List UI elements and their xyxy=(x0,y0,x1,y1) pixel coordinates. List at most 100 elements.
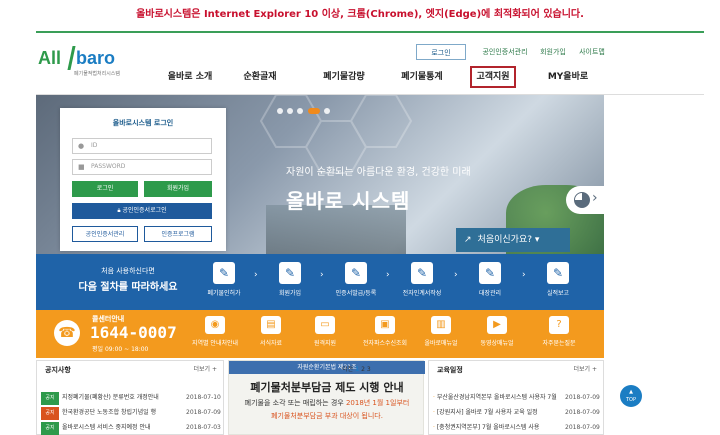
hero-slogan: 자원이 순환되는 아름다운 환경, 건강한 미래 xyxy=(286,167,471,178)
getting-started-steps: 처음 사용하신다면 다음 절차를 따라하세요 ✎ 폐기물인허가 › ✎ 회원가입… xyxy=(36,254,604,310)
banner-line1: 폐기물을 소각 또는 매립하는 경우 2018년 1월 1일부터 xyxy=(229,398,425,408)
banner-headline: 폐기물처분부담금 제도 시행 안내 xyxy=(250,381,404,394)
notice-text: 지정폐기물(폐황산) 분류번호 개정안내 xyxy=(62,394,159,401)
help-video-manual[interactable]: ▶ 동영상매뉴얼 xyxy=(466,316,528,347)
join-link[interactable]: 회원가입 xyxy=(538,44,568,60)
sitemap-link[interactable]: 사이트맵 xyxy=(576,44,608,60)
steps-intro: 처음 사용하신다면 다음 절차를 따라하세요 xyxy=(54,266,202,293)
help-remote-support[interactable]: ▭ 원격지원 xyxy=(294,316,356,347)
help-bar: ☎ 콜센터안내 1644-0007 평일 09:00 ~ 18:00 ◉ 지역별… xyxy=(36,310,604,358)
pager-page-2[interactable]: 2 xyxy=(361,366,365,373)
nav-my-allbaro[interactable]: MY올바로 xyxy=(536,66,600,88)
help-forms[interactable]: ▤ 서식자료 xyxy=(240,316,302,347)
question-icon: ? xyxy=(549,316,569,334)
education-more-link[interactable]: 더보기 + xyxy=(574,361,598,379)
education-text: 부산울산경남지역본부 올바로시스템 사용자 7월 xyxy=(436,394,557,401)
first-visit-label: 처음이신가요? xyxy=(477,235,533,245)
education-row[interactable]: · [강원지사] 올바로 7월 사용자 교육 일정 2018-07-09 xyxy=(433,406,600,419)
top-label: TOP xyxy=(625,397,636,403)
login-button[interactable]: 로그인 xyxy=(72,181,138,197)
cert-management-link[interactable]: 공인인증서관리 xyxy=(478,44,532,60)
help-regional-contacts[interactable]: ◉ 지역별 안내처안내 xyxy=(184,316,246,347)
scroll-top-button[interactable]: ▲ TOP xyxy=(620,385,642,407)
lock-icon: ■ xyxy=(78,163,85,171)
banner-line1-b: 2018년 1월 1일부터 xyxy=(345,399,410,407)
id-placeholder: ID xyxy=(91,142,98,149)
chevron-up-icon: ▲ xyxy=(629,389,633,395)
slide-dot-2[interactable] xyxy=(287,108,293,114)
pager-page-1[interactable]: 1 xyxy=(355,366,359,373)
step-arrow-icon: › xyxy=(254,270,258,280)
allbaro-logo[interactable]: All baro 폐기물적법처리시스템 xyxy=(38,42,120,82)
cert-login-button[interactable]: 🔒︎ 공인인증서로그인 xyxy=(72,203,212,219)
phone-icon: ☎ xyxy=(54,320,80,346)
help-fax-inquiry[interactable]: ▣ 전자파스수신조회 xyxy=(354,316,416,347)
education-row[interactable]: · [충청권지역본부] 7월 올바로시스템 사용 2018-07-09 xyxy=(433,421,600,434)
education-date: 2018-07-09 xyxy=(563,406,600,419)
step-waste-permit[interactable]: ✎ 폐기물인허가 xyxy=(194,262,254,297)
callcenter-number: 1644-0007 xyxy=(90,323,177,342)
step-label: 인증서발급/등록 xyxy=(335,290,377,297)
notice-tag: 공지 xyxy=(41,407,59,420)
document-icon: ▤ xyxy=(261,316,281,334)
step-label: 실적보고 xyxy=(546,290,570,297)
education-panel: 교육일정 더보기 + · 부산울산경남지역본부 올바로시스템 사용자 7월 20… xyxy=(428,360,604,435)
slide-dot-5[interactable] xyxy=(324,108,330,114)
help-manual[interactable]: ▥ 올바로매뉴얼 xyxy=(410,316,472,347)
nav-waste-reduction[interactable]: 폐기물감량 xyxy=(312,66,376,88)
education-panel-title: 교육일정 xyxy=(437,366,463,374)
cert-management-button[interactable]: 공인인증서관리 xyxy=(72,226,138,242)
step-arrow-icon: › xyxy=(454,270,458,280)
monitor-icon: ▭ xyxy=(315,316,335,334)
nav-allbaro-intro[interactable]: 올바로 소개 xyxy=(150,66,230,88)
person-icon: ◉ xyxy=(205,316,225,334)
education-row[interactable]: · 부산울산경남지역본부 올바로시스템 사용자 7월 2018-07-09 xyxy=(433,391,600,404)
step-join[interactable]: ✎ 회원가입 xyxy=(260,262,320,297)
edit-icon: ✎ xyxy=(213,262,235,284)
policy-banner[interactable]: 자원순환기본법 제21조 폐기물처분부담금 제도 시행 안내 폐기물을 소각 또… xyxy=(228,360,425,435)
step-label: 폐기물인허가 xyxy=(207,290,241,297)
cert-login-label: 공인인증서로그인 xyxy=(122,207,167,214)
password-input[interactable]: ■ PASSWORD xyxy=(72,159,212,175)
nav-waste-statistics[interactable]: 폐기물통계 xyxy=(390,66,454,88)
step-report[interactable]: ✎ 실적보고 xyxy=(528,262,588,297)
notice-row[interactable]: 공지 지정폐기물(폐황산) 분류번호 개정안내 2018-07-10 xyxy=(41,391,221,405)
chevron-right-icon: › xyxy=(592,190,598,206)
help-label: 동영상매뉴얼 xyxy=(480,340,514,347)
login-title: 올바로시스템 로그인 xyxy=(112,119,174,127)
help-faq[interactable]: ? 자주묻는질문 xyxy=(528,316,590,347)
step-cert-issue[interactable]: ✎ 인증서발급/등록 xyxy=(326,262,386,297)
logo-text-all: All xyxy=(38,48,62,68)
logo-bar xyxy=(67,46,76,70)
step-transfer-doc[interactable]: ✎ 전자인계서작성 xyxy=(392,262,452,297)
join-button[interactable]: 회원가입 xyxy=(144,181,212,197)
notice-more-link[interactable]: 더보기 + xyxy=(194,361,218,379)
login-panel: 올바로시스템 로그인 ● ID ■ PASSWORD 로그인 회원가입 🔒︎ 공… xyxy=(60,108,226,251)
cert-program-button[interactable]: 인증프로그램 xyxy=(144,226,212,242)
logo-text-baro: baro xyxy=(76,48,116,68)
edit-icon: ✎ xyxy=(279,262,301,284)
slide-dot-3[interactable] xyxy=(297,108,303,114)
help-label: 전자파스수신조회 xyxy=(362,340,408,347)
help-label: 올바로매뉴얼 xyxy=(424,340,458,347)
help-label: 자주묻는질문 xyxy=(542,340,576,347)
slide-dot-1[interactable] xyxy=(277,108,283,114)
user-icon: ● xyxy=(78,142,85,150)
notice-row[interactable]: 공지 한국환경공단 노동조합 창립기념일 행 2018-07-09 xyxy=(41,406,221,420)
notice-text: 올바로시스템 서비스 중지예정 안내 xyxy=(62,424,151,431)
id-input[interactable]: ● ID xyxy=(72,138,212,154)
pager-page-3[interactable]: 3 xyxy=(367,366,371,373)
callcenter-hours: 평일 09:00 ~ 18:00 xyxy=(92,346,149,353)
notice-row[interactable]: 공지 올바로시스템 서비스 중지예정 안내 2018-07-03 xyxy=(41,421,221,435)
step-ledger[interactable]: ✎ 대장관리 xyxy=(460,262,520,297)
slide-dot-4-active[interactable] xyxy=(308,108,320,114)
first-visit-button[interactable]: ↗ 처음이신가요? ▾ xyxy=(456,228,570,252)
nav-customer-support[interactable]: 고객지원 xyxy=(470,66,516,88)
nav-recycled-aggregate[interactable]: 순환골재 xyxy=(228,66,292,88)
login-link[interactable]: 로그인 xyxy=(416,44,466,60)
education-text: [충청권지역본부] 7월 올바로시스템 사용 xyxy=(436,424,540,431)
steps-intro-line1: 처음 사용하신다면 xyxy=(101,267,155,275)
statistics-side-button[interactable]: › xyxy=(566,186,604,214)
notice-tag: 공지 xyxy=(41,392,59,405)
banner-pager: 이전 1 2 3 xyxy=(342,364,371,373)
